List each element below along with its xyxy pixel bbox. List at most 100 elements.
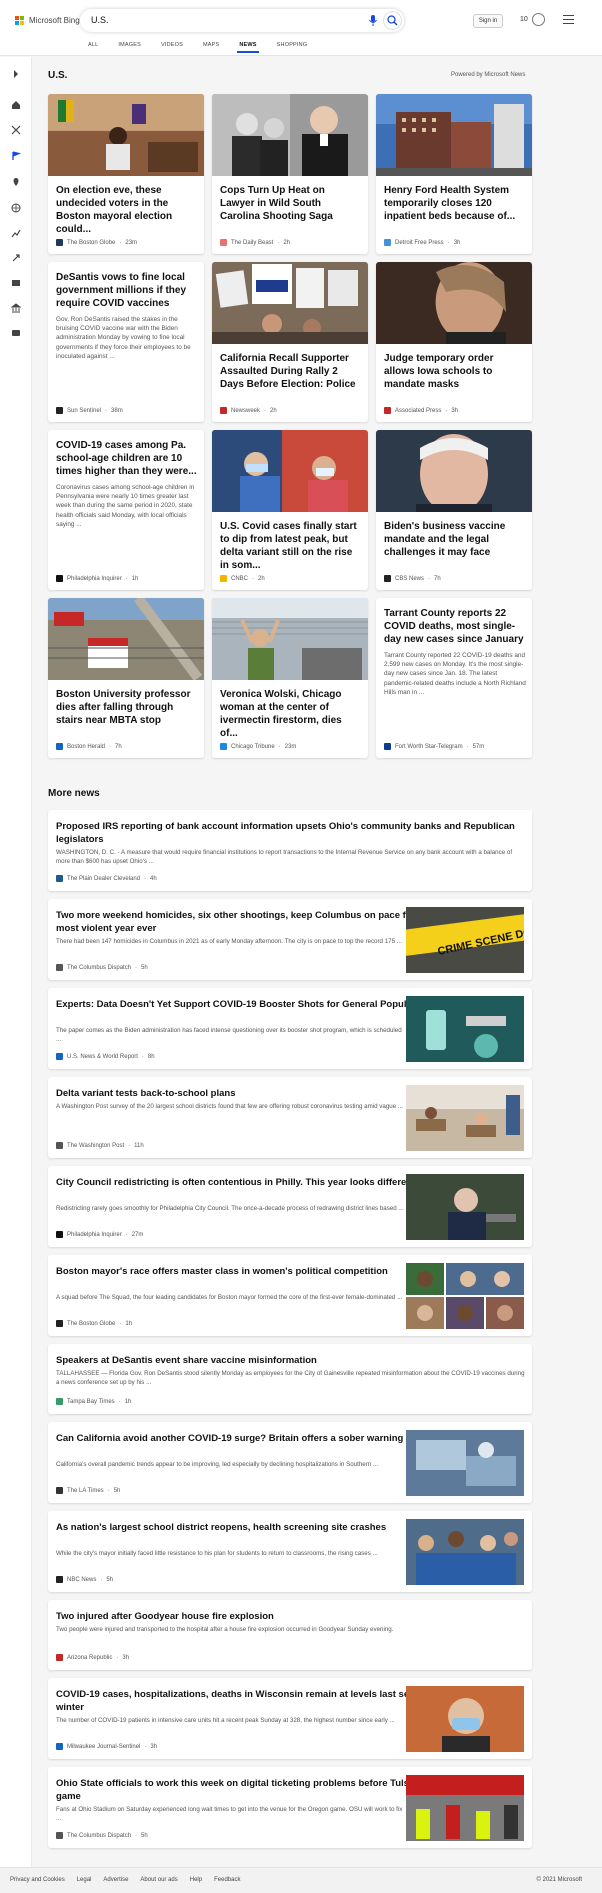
news-row-source[interactable]: Arizona Republic · 3h [56, 1654, 129, 1661]
movie-icon[interactable] [11, 278, 21, 288]
news-row-title[interactable]: As nation's largest school district reop… [56, 1521, 436, 1534]
news-row[interactable]: Two injured after Goodyear house fire ex… [48, 1600, 532, 1670]
footer-link[interactable]: Advertise [103, 1877, 128, 1883]
news-row-source[interactable]: Milwaukee Journal-Sentinel · 3h [56, 1743, 157, 1750]
news-row-title[interactable]: COVID-19 cases, hospitalizations, deaths… [56, 1688, 436, 1714]
tab-shopping[interactable]: SHOPPING [277, 42, 308, 48]
card-source[interactable]: CBS News · 7h [384, 575, 441, 582]
news-row-title[interactable]: Two injured after Goodyear house fire ex… [56, 1610, 526, 1623]
footer-link[interactable]: Help [190, 1877, 202, 1883]
news-row[interactable]: As nation's largest school district reop… [48, 1511, 532, 1592]
search-box[interactable]: U.S. [80, 9, 404, 32]
news-row-source[interactable]: The Plain Dealer Cleveland · 4h [56, 875, 157, 882]
card-source[interactable]: Sun Sentinel · 38m [56, 407, 123, 414]
stadium-gate-thumb[interactable] [406, 1775, 524, 1841]
footer-link[interactable]: Privacy and Cookies [10, 1877, 65, 1883]
news-row-title[interactable]: Can California avoid another COVID-19 su… [56, 1432, 436, 1445]
governor-portrait-photo[interactable] [376, 262, 532, 344]
news-card[interactable]: On election eve, these undecided voters … [48, 94, 204, 254]
overpass-protester-photo[interactable] [212, 598, 368, 680]
card-title[interactable]: DeSantis vows to fine local government m… [56, 271, 198, 310]
news-row-title[interactable]: Proposed IRS reporting of bank account i… [56, 820, 526, 846]
tab-news[interactable]: NEWS [237, 42, 260, 53]
card-source[interactable]: The Boston Globe · 23m [56, 239, 137, 246]
location-icon[interactable] [11, 177, 21, 187]
family-portrait-photo[interactable] [212, 94, 368, 176]
tab-images[interactable]: IMAGES [118, 42, 141, 48]
covid-testing-photo[interactable] [212, 430, 368, 512]
classroom-thumb[interactable] [406, 1085, 524, 1151]
tab-all[interactable]: ALL [88, 42, 98, 48]
news-row-source[interactable]: Philadelphia Inquirer · 27m [56, 1231, 143, 1238]
council-member-thumb[interactable] [406, 1174, 524, 1240]
biden-portrait-photo[interactable] [376, 430, 532, 512]
card-source[interactable]: Philadelphia Inquirer · 1h [56, 575, 138, 582]
card-title[interactable]: Biden's business vaccine mandate and the… [384, 520, 526, 559]
news-row-title[interactable]: Speakers at DeSantis event share vaccine… [56, 1354, 526, 1367]
card-title[interactable]: Boston University professor dies after f… [56, 688, 198, 727]
rocket-icon[interactable] [11, 253, 21, 263]
news-card[interactable]: U.S. Covid cases finally start to dip fr… [212, 430, 368, 590]
news-card[interactable]: Biden's business vaccine mandate and the… [376, 430, 532, 590]
news-row-source[interactable]: NBC News · 5h [56, 1576, 113, 1583]
news-row[interactable]: Two more weekend homicides, six other sh… [48, 899, 532, 980]
news-card[interactable]: California Recall Supporter Assaulted Du… [212, 262, 368, 422]
news-card[interactable]: Veronica Wolski, Chicago woman at the ce… [212, 598, 368, 758]
microphone-icon[interactable] [368, 14, 378, 27]
news-row-title[interactable]: Experts: Data Doesn't Yet Support COVID-… [56, 998, 436, 1011]
news-row[interactable]: Experts: Data Doesn't Yet Support COVID-… [48, 988, 532, 1069]
card-source[interactable]: Fort Worth Star-Telegram · 57m [384, 743, 484, 750]
card-source[interactable]: Boston Herald · 7h [56, 743, 122, 750]
card-icon[interactable] [11, 328, 21, 338]
news-card[interactable]: Judge temporary order allows Iowa school… [376, 262, 532, 422]
world-icon[interactable] [11, 203, 21, 213]
students-crowd-thumb[interactable] [406, 1519, 524, 1585]
home-icon[interactable] [11, 100, 21, 110]
news-row-title[interactable]: Delta variant tests back-to-school plans [56, 1087, 436, 1100]
collapse-arrow-icon[interactable] [11, 69, 21, 79]
hamburger-menu-icon[interactable] [563, 15, 574, 25]
news-row[interactable]: Ohio State officials to work this week o… [48, 1767, 532, 1848]
recall-rally-photo[interactable] [212, 262, 368, 344]
news-row[interactable]: Speakers at DeSantis event share vaccine… [48, 1344, 532, 1414]
card-title[interactable]: California Recall Supporter Assaulted Du… [220, 352, 362, 391]
tab-maps[interactable]: MAPS [203, 42, 219, 48]
card-source[interactable]: Associated Press · 3h [384, 407, 458, 414]
card-title[interactable]: U.S. Covid cases finally start to dip fr… [220, 520, 362, 572]
hospital-ward-thumb[interactable] [406, 1430, 524, 1496]
bing-logo[interactable]: Microsoft Bing [15, 16, 80, 25]
news-row-source[interactable]: The Columbus Dispatch · 5h [56, 964, 148, 971]
news-row[interactable]: Boston mayor's race offers master class … [48, 1255, 532, 1336]
news-row-title[interactable]: City Council redistricting is often cont… [56, 1176, 436, 1189]
news-row[interactable]: Proposed IRS reporting of bank account i… [48, 810, 532, 891]
news-card[interactable]: Henry Ford Health System temporarily clo… [376, 94, 532, 254]
search-icon[interactable] [383, 11, 402, 30]
news-card[interactable]: Boston University professor dies after f… [48, 598, 204, 758]
closed-stairway-photo[interactable] [48, 598, 204, 680]
news-row-title[interactable]: Two more weekend homicides, six other sh… [56, 909, 436, 935]
footer-link[interactable]: Legal [77, 1877, 92, 1883]
bank-icon[interactable] [11, 303, 21, 313]
restaurant-voter-photo[interactable] [48, 94, 204, 176]
candidates-collage-thumb[interactable] [406, 1263, 524, 1329]
card-source[interactable]: Detroit Free Press · 3h [384, 239, 460, 246]
news-row-title[interactable]: Boston mayor's race offers master class … [56, 1265, 436, 1278]
crime-scene-tape-thumb[interactable]: CRIME SCENE DO NOT [406, 907, 524, 973]
masked-person-thumb[interactable] [406, 1686, 524, 1752]
sign-in-button[interactable]: Sign in [473, 14, 503, 28]
flag-icon[interactable] [11, 151, 21, 161]
news-row[interactable]: Delta variant tests back-to-school plans… [48, 1077, 532, 1158]
card-title[interactable]: Judge temporary order allows Iowa school… [384, 352, 526, 391]
rewards-points[interactable]: 10 [520, 16, 528, 23]
card-title[interactable]: Tarrant County reports 22 COVID deaths, … [384, 607, 526, 646]
news-row-source[interactable]: U.S. News & World Report · 8h [56, 1053, 155, 1060]
news-row[interactable]: Can California avoid another COVID-19 su… [48, 1422, 532, 1503]
money-icon[interactable] [11, 228, 21, 238]
news-row[interactable]: COVID-19 cases, hospitalizations, deaths… [48, 1678, 532, 1759]
news-row-source[interactable]: The Columbus Dispatch · 5h [56, 1832, 148, 1839]
card-source[interactable]: Newsweek · 2h [220, 407, 277, 414]
news-row-source[interactable]: The Boston Globe · 1h [56, 1320, 132, 1327]
news-row-source[interactable]: The Washington Post · 11h [56, 1142, 144, 1149]
search-input[interactable]: U.S. [91, 15, 109, 25]
footer-link[interactable]: Feedback [214, 1877, 240, 1883]
